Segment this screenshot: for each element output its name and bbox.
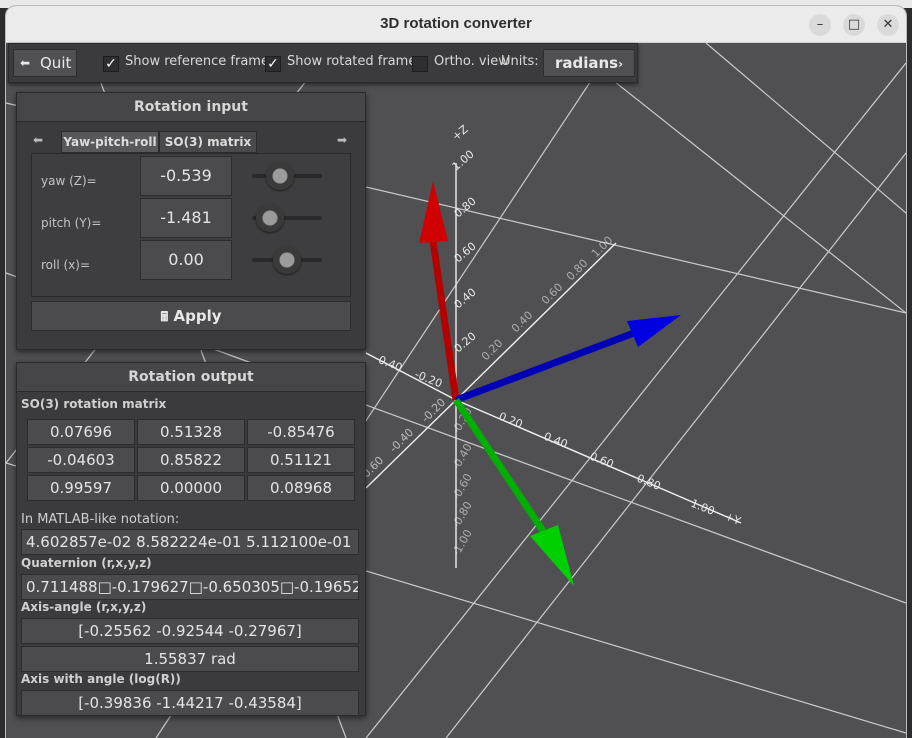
show-rotated-frame-label: Show rotated frame: [287, 54, 417, 69]
chevron-right-icon: ›: [618, 57, 624, 71]
roll-label: roll (x)=: [41, 258, 91, 272]
diag-tick: 0.80: [564, 257, 591, 284]
diag-tick: 0.60: [539, 281, 566, 308]
pitch-input[interactable]: -1.481: [140, 198, 232, 238]
app-window: 3D rotation converter – □ ✕ +Z 1.00 0.80…: [6, 6, 906, 738]
matlab-notation-field[interactable]: 4.602857e-02 8.582224e-01 5.112100e-01: [21, 529, 359, 555]
units-label: Units:: [501, 54, 539, 69]
left-tick: -0.40: [373, 352, 404, 375]
matrix-cell[interactable]: 0.85822: [137, 447, 245, 473]
x-neg-tick: -0.40: [387, 426, 416, 455]
apply-label: Apply: [173, 307, 222, 325]
so3-matrix-label: SO(3) rotation matrix: [21, 397, 167, 411]
units-value: radians: [554, 54, 619, 72]
close-button[interactable]: ✕: [877, 14, 899, 36]
arrow-left-icon: ⬅: [20, 56, 31, 70]
tab-prev-icon[interactable]: ⬅: [33, 133, 43, 147]
axis-angle-label: Axis-angle (r,x,y,z): [21, 600, 147, 614]
y-tick: 1.00: [689, 497, 717, 518]
y-tick: 0.60: [588, 450, 616, 471]
red-arrow: [419, 181, 460, 401]
x-neg-tick: -0.20: [419, 396, 448, 425]
matlab-notation-label: In MATLAB-like notation:: [21, 512, 180, 527]
matrix-cell[interactable]: 0.08968: [247, 475, 355, 501]
yaw-input[interactable]: -0.539: [140, 156, 232, 196]
neg-z-tick: -0.80: [449, 499, 474, 530]
log-r-field[interactable]: [-0.39836 -1.44217 -0.43584]: [21, 690, 359, 716]
angle-field[interactable]: 1.55837 rad: [21, 646, 359, 672]
y-tick: 0.40: [542, 430, 570, 451]
y-axis-label: +Y: [723, 510, 743, 528]
matrix-cell[interactable]: 0.00000: [137, 475, 245, 501]
ypr-form: yaw (Z)= -0.539 pitch (Y)= -1.481 roll (…: [31, 153, 351, 297]
roll-slider-knob[interactable]: [273, 246, 301, 274]
log-r-label: Axis with angle (log(R)): [21, 672, 181, 686]
quaternion-label: Quaternion (r,x,y,z): [21, 556, 152, 570]
neg-z-tick: -0.60: [449, 471, 474, 502]
quit-label: Quit: [40, 54, 72, 72]
y-tick: 0.20: [497, 410, 525, 431]
maximize-button[interactable]: □: [843, 14, 865, 36]
matrix-cell[interactable]: -0.85476: [247, 419, 355, 445]
rotation-input-panel: Rotation input ⬅ Yaw-pitch-roll SO(3) ma…: [16, 92, 366, 350]
pitch-label: pitch (Y)=: [41, 216, 102, 230]
axis-vector-field[interactable]: [-0.25562 -0.92544 -0.27967]: [21, 618, 359, 644]
window-title: 3D rotation converter: [380, 15, 532, 32]
yaw-slider-knob[interactable]: [266, 162, 294, 190]
rotation-output-title: Rotation output: [17, 363, 365, 392]
y-tick: 0.80: [635, 472, 663, 493]
matrix-cell[interactable]: 0.51328: [137, 419, 245, 445]
quit-button[interactable]: ⬅ Quit: [13, 49, 77, 77]
show-reference-frame-label: Show reference frame: [125, 54, 269, 69]
neg-z-tick: -1.00: [449, 527, 474, 558]
matrix-cell[interactable]: 0.07696: [27, 419, 135, 445]
top-toolbar: ⬅ Quit ✓ Show reference frame ✓ Show rot…: [8, 43, 638, 83]
show-rotated-frame-checkbox[interactable]: ✓: [265, 56, 281, 72]
pitch-slider-knob[interactable]: [256, 204, 284, 232]
tab-so3-matrix[interactable]: SO(3) matrix: [159, 131, 257, 153]
roll-input[interactable]: 0.00: [140, 240, 232, 280]
quaternion-field[interactable]: 0.711488□-0.179627□-0.650305□-0.19652: [21, 574, 359, 600]
tab-next-icon[interactable]: ➡: [337, 133, 347, 147]
tab-yaw-pitch-roll[interactable]: Yaw-pitch-roll: [61, 131, 159, 153]
diag-tick: 0.20: [479, 337, 506, 364]
titlebar: 3D rotation converter – □ ✕: [6, 6, 906, 43]
minimize-button[interactable]: –: [809, 14, 831, 36]
matrix-cell[interactable]: -0.04603: [27, 447, 135, 473]
z-axis-label: +Z: [450, 122, 472, 143]
calculator-icon: 🖩: [160, 310, 169, 325]
rotation-input-title: Rotation input: [17, 93, 365, 122]
ortho-view-label: Ortho. view: [434, 54, 509, 69]
matrix-cell[interactable]: 0.51121: [247, 447, 355, 473]
diag-tick: 0.40: [509, 309, 536, 336]
ortho-view-checkbox[interactable]: [412, 56, 428, 72]
left-tick: -0.20: [413, 368, 444, 391]
units-selector[interactable]: radians›: [543, 49, 635, 77]
yaw-label: yaw (Z)=: [41, 174, 97, 188]
z-tick: 1.00: [450, 148, 477, 174]
rotation-output-panel: Rotation output SO(3) rotation matrix 0.…: [16, 362, 366, 716]
show-reference-frame-checkbox[interactable]: ✓: [103, 56, 119, 72]
apply-button[interactable]: 🖩 Apply: [31, 301, 351, 331]
matrix-cell[interactable]: 0.99597: [27, 475, 135, 501]
neg-z-tick: -0.40: [449, 441, 474, 472]
